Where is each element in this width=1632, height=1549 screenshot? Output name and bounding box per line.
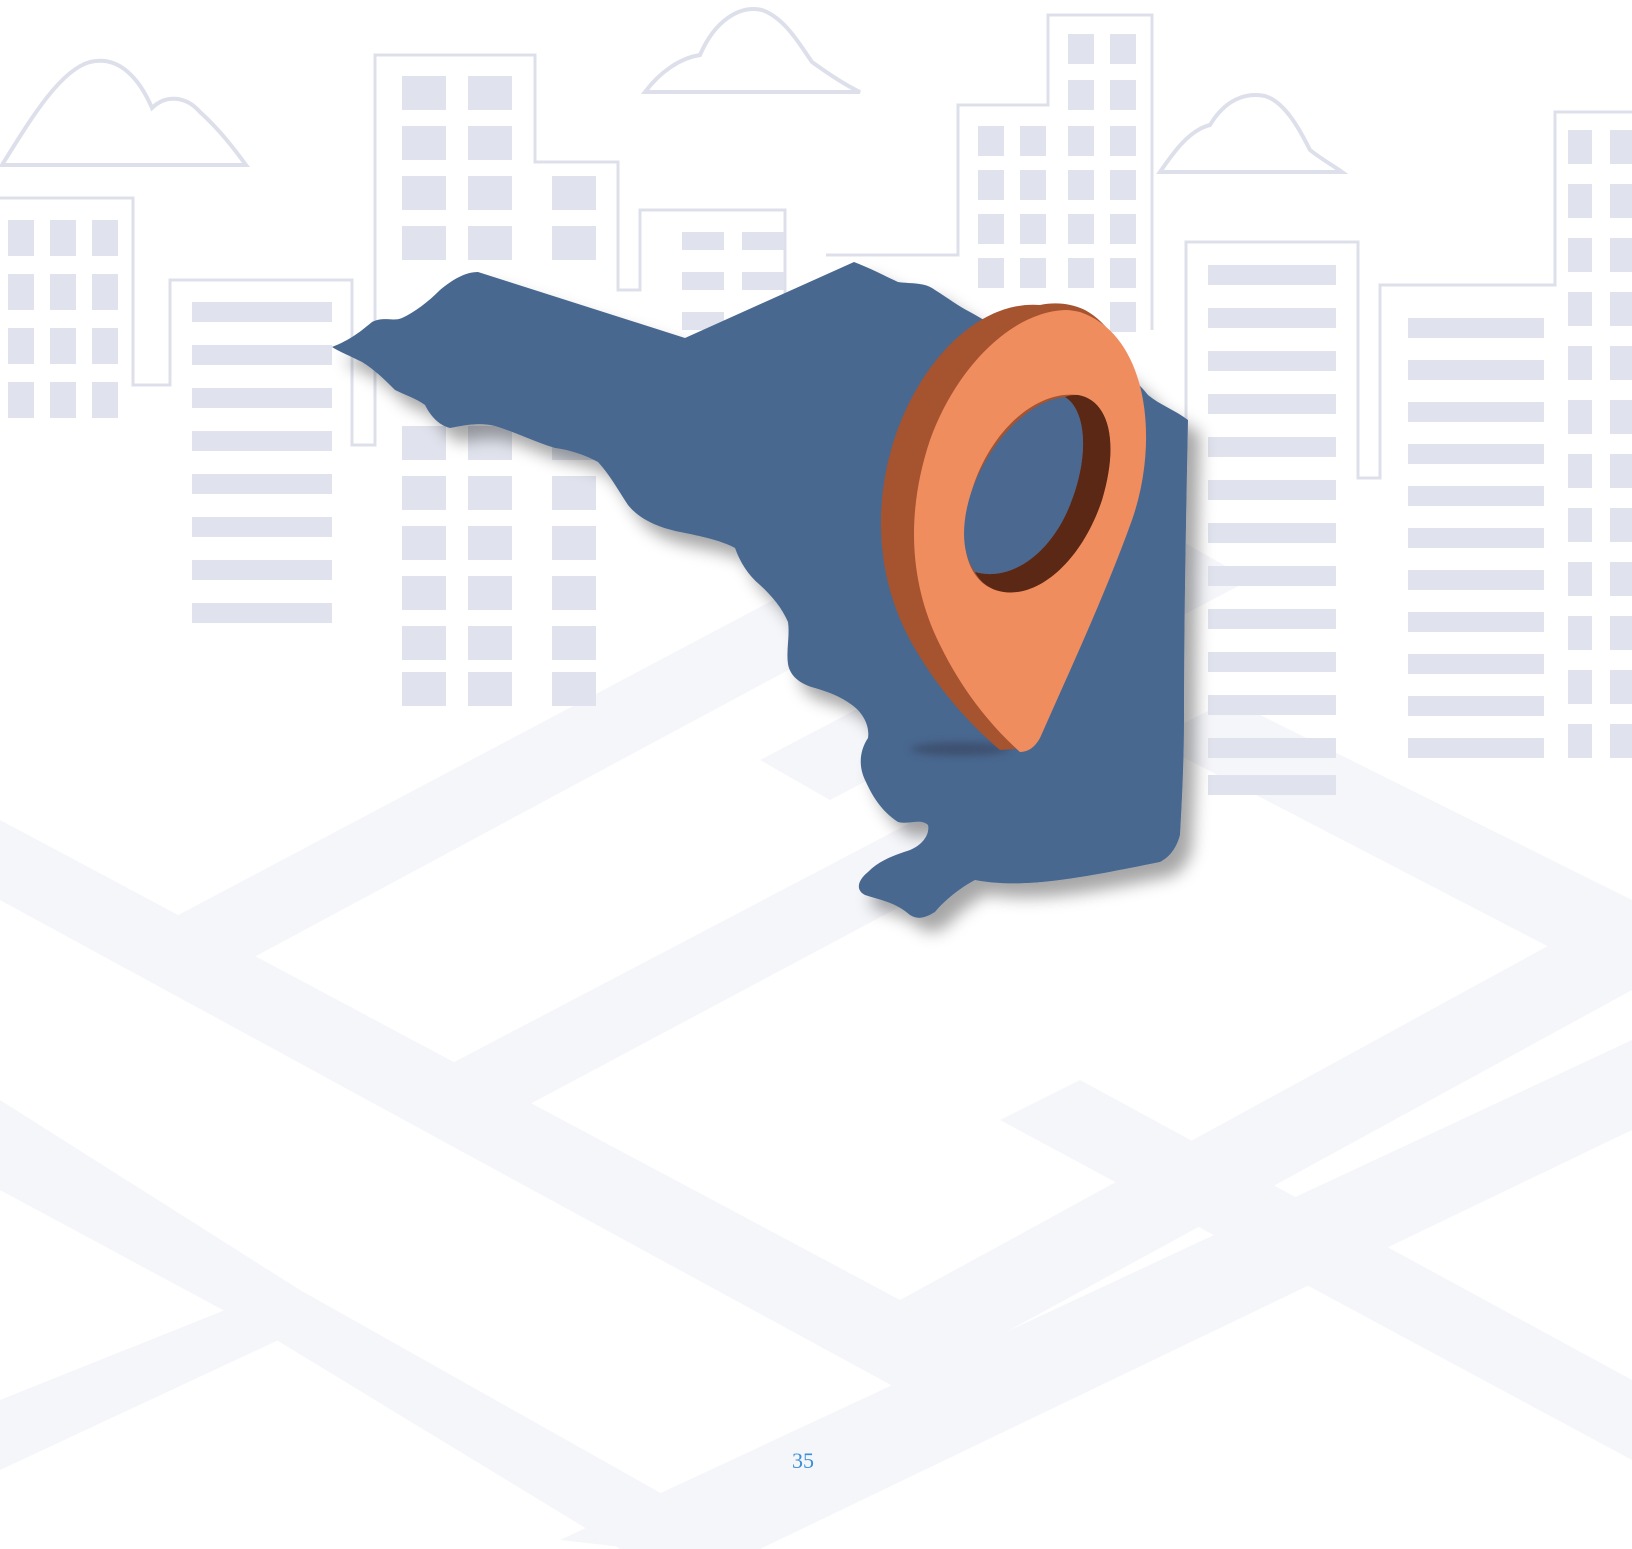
document-page: 35 bbox=[0, 0, 1632, 1549]
street-grid-background bbox=[0, 540, 1632, 1549]
cloud-icon bbox=[640, 7, 861, 94]
page-number: 35 bbox=[792, 1448, 814, 1473]
cloud-icon bbox=[1156, 93, 1349, 174]
cloud-icon bbox=[0, 58, 250, 167]
